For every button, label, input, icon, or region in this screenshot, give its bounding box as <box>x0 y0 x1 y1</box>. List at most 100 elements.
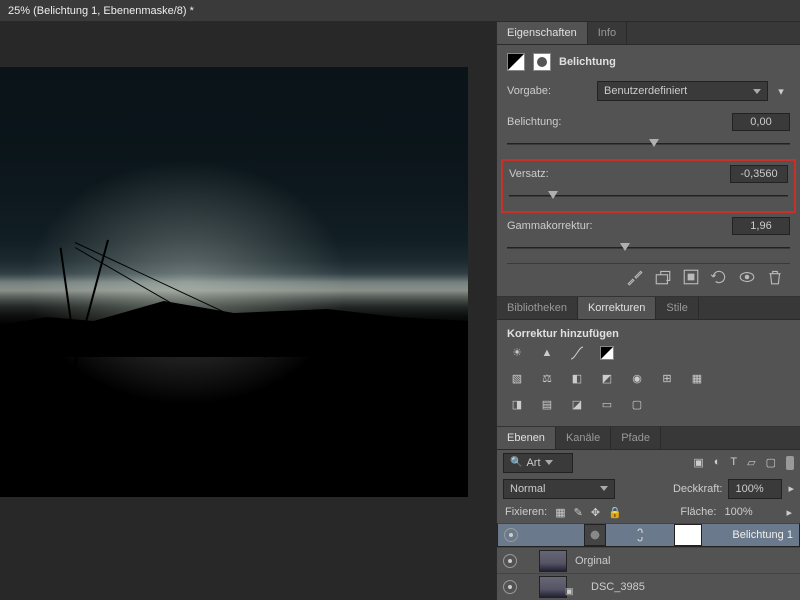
filter-type-icon[interactable]: T <box>730 456 737 470</box>
layer-filter-dropdown[interactable]: 🔍 Art <box>503 453 573 473</box>
tab-libraries[interactable]: Bibliotheken <box>497 297 578 319</box>
lock-transparency-icon[interactable]: ▦ <box>555 506 565 519</box>
layer-row[interactable]: Belichtung 1 <box>497 523 800 547</box>
colorbalance-icon[interactable]: ◧ <box>567 370 587 388</box>
adjustments-title: Korrektur hinzufügen <box>507 328 619 340</box>
fill-scrubber[interactable]: ▸ <box>786 506 792 519</box>
offset-label: Versatz: <box>509 168 599 180</box>
clip-to-layer-icon[interactable] <box>654 268 672 284</box>
mask-icon[interactable] <box>533 53 551 71</box>
visibility-toggle[interactable] <box>504 528 518 542</box>
hue-icon[interactable]: ⚖ <box>537 370 557 388</box>
properties-body: Belichtung Vorgabe: Benutzerdefiniert ▾ … <box>497 45 800 296</box>
levels-icon[interactable]: ▲ <box>537 344 557 362</box>
properties-footer <box>507 263 790 288</box>
layer-row[interactable]: ▣ DSC_3985 <box>497 573 800 600</box>
layer-row[interactable]: Orginal <box>497 547 800 574</box>
canvas-image[interactable] <box>0 67 468 497</box>
canvas-area[interactable] <box>0 22 496 600</box>
tab-styles[interactable]: Stile <box>656 297 698 319</box>
visibility-toggle[interactable] <box>503 580 517 594</box>
adjustment-thumb[interactable] <box>584 524 606 546</box>
lock-all-icon[interactable]: 🔒 <box>608 506 622 519</box>
threshold-icon[interactable]: ◪ <box>567 396 587 414</box>
layer-filter-icons: ▣ ◐ T ▱ ▢ <box>693 456 794 470</box>
layer-name[interactable]: Belichtung 1 <box>732 529 793 541</box>
tab-info[interactable]: Info <box>588 22 627 44</box>
preset-value: Benutzerdefiniert <box>604 85 687 97</box>
curves-icon[interactable] <box>567 344 587 362</box>
layers-tabbar: Ebenen Kanäle Pfade <box>497 427 800 450</box>
blend-mode-dropdown[interactable]: Normal <box>503 479 615 499</box>
lock-position-icon[interactable]: ✥ <box>591 506 600 519</box>
chevron-down-icon <box>753 89 761 94</box>
channel-mixer-icon[interactable]: ⊞ <box>657 370 677 388</box>
photo-filter-icon[interactable]: ◉ <box>627 370 647 388</box>
opacity-field[interactable]: 100% <box>728 479 782 499</box>
filter-smart-icon[interactable]: ▢ <box>766 456 776 470</box>
preset-dropdown[interactable]: Benutzerdefiniert <box>597 81 768 101</box>
exposure-adj-icon[interactable] <box>597 344 617 362</box>
layer-filter-row: 🔍 Art ▣ ◐ T ▱ ▢ <box>497 450 800 476</box>
gamma-value[interactable]: 1,96 <box>732 217 790 235</box>
lock-pixels-icon[interactable]: ✎ <box>574 506 583 519</box>
exposure-value[interactable]: 0,00 <box>732 113 790 131</box>
offset-value[interactable]: -0,3560 <box>730 165 788 183</box>
adjustments-tabbar: Bibliotheken Korrekturen Stile <box>497 297 800 320</box>
opacity-scrubber[interactable]: ▸ <box>788 482 794 495</box>
bw-icon[interactable]: ◩ <box>597 370 617 388</box>
filter-toggle[interactable] <box>786 456 794 470</box>
filter-pixel-icon[interactable]: ▣ <box>693 456 703 470</box>
invert-icon[interactable]: ◨ <box>507 396 527 414</box>
trash-icon[interactable] <box>766 268 784 284</box>
lock-label: Fixieren: <box>505 506 547 518</box>
preset-menu-button[interactable]: ▾ <box>772 85 790 98</box>
adjustments-row3: ◨ ▤ ◪ ▭ ▢ <box>507 392 790 418</box>
exposure-icon <box>507 53 525 71</box>
brightness-icon[interactable]: ☀ <box>507 344 527 362</box>
link-icon[interactable] <box>636 528 644 542</box>
layer-name[interactable]: DSC_3985 <box>591 581 645 593</box>
gamma-slider[interactable] <box>507 241 790 255</box>
gradient-map-icon[interactable]: ▭ <box>597 396 617 414</box>
eyedropper-icon[interactable] <box>626 268 644 284</box>
lock-row: Fixieren: ▦ ✎ ✥ 🔒 Fläche: 100% ▸ <box>497 502 800 523</box>
blend-mode-row: Normal Deckkraft: 100% ▸ <box>497 476 800 502</box>
adjustments-body: Korrektur hinzufügen ☀ ▲ ▧ ⚖ ◧ ◩ ◉ ⊞ ▦ ◨… <box>497 320 800 426</box>
tab-paths[interactable]: Pfade <box>611 427 661 449</box>
selective-color-icon[interactable]: ▢ <box>627 396 647 414</box>
fill-field[interactable]: 100% <box>724 506 778 518</box>
right-panels: Eigenschaften Info Belichtung Vorgabe: B… <box>496 22 800 600</box>
tab-properties[interactable]: Eigenschaften <box>497 22 588 44</box>
tab-layers[interactable]: Ebenen <box>497 427 556 449</box>
offset-slider[interactable] <box>509 189 788 203</box>
visibility-toggle[interactable] <box>503 554 517 568</box>
tab-channels[interactable]: Kanäle <box>556 427 611 449</box>
filter-adjust-icon[interactable]: ◐ <box>714 456 721 470</box>
layer-filter-value: Art <box>526 457 540 469</box>
layer-name[interactable]: Orginal <box>575 555 610 567</box>
exposure-slider[interactable] <box>507 137 790 151</box>
color-lookup-icon[interactable]: ▦ <box>687 370 707 388</box>
view-previous-icon[interactable] <box>682 268 700 284</box>
opacity-value: 100% <box>735 483 763 495</box>
vibrance-icon[interactable]: ▧ <box>507 370 527 388</box>
adjustments-row2: ▧ ⚖ ◧ ◩ ◉ ⊞ ▦ <box>507 366 790 392</box>
document-title: 25% (Belichtung 1, Ebenenmaske/8) * <box>0 0 800 22</box>
layer-thumb[interactable] <box>539 550 567 572</box>
preset-label: Vorgabe: <box>507 85 597 97</box>
opacity-label: Deckkraft: <box>673 483 723 495</box>
tab-adjustments[interactable]: Korrekturen <box>578 297 656 319</box>
fill-value: 100% <box>724 506 752 518</box>
mask-thumb[interactable] <box>674 524 702 546</box>
filter-shape-icon[interactable]: ▱ <box>747 456 755 470</box>
exposure-label: Belichtung: <box>507 116 597 128</box>
layer-thumb[interactable] <box>539 576 567 598</box>
fill-label: Fläche: <box>680 506 716 518</box>
reset-icon[interactable] <box>710 268 728 284</box>
adjustment-name: Belichtung <box>559 56 616 68</box>
blend-mode-value: Normal <box>510 483 545 495</box>
posterize-icon[interactable]: ▤ <box>537 396 557 414</box>
gamma-label: Gammakorrektur: <box>507 220 597 232</box>
visibility-icon[interactable] <box>738 268 756 284</box>
